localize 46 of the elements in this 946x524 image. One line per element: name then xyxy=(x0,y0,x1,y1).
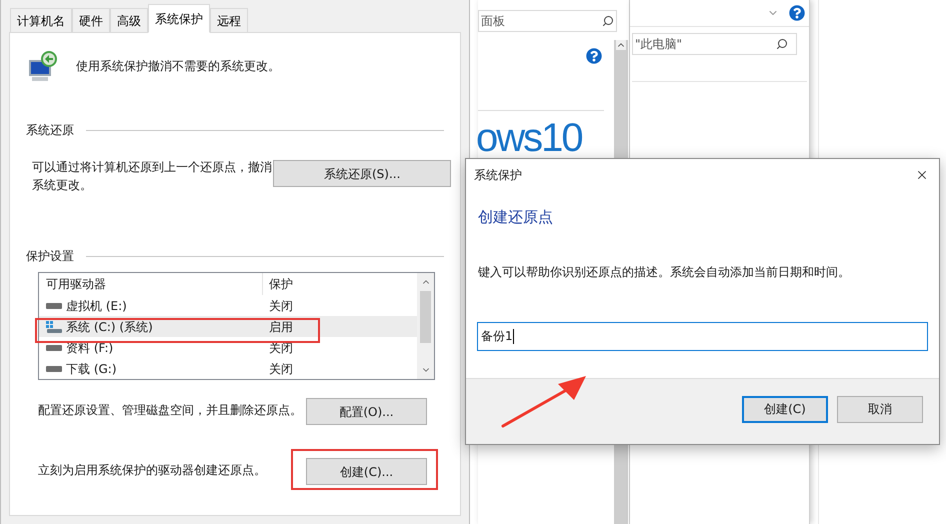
drive-name: 资料 (F:) xyxy=(66,340,114,356)
description-input[interactable]: 备份1 xyxy=(477,322,928,350)
help-icon[interactable] xyxy=(789,5,805,21)
scrollbar[interactable] xyxy=(417,273,434,379)
drive-name: 下载 (G:) xyxy=(66,360,117,378)
dialog-button[interactable]: 取消 xyxy=(837,396,923,422)
protection-status: 关闭 xyxy=(268,298,293,314)
drive-row[interactable]: 虚拟机 (E:) 关闭 xyxy=(39,295,417,316)
search-field[interactable]: 面板 xyxy=(478,10,617,32)
column-header: 可用驱动器 xyxy=(39,273,263,295)
search-icon[interactable] xyxy=(602,15,614,27)
tab[interactable]: 硬件 xyxy=(72,8,110,32)
computer-restore-icon xyxy=(26,50,58,82)
configure-description: 配置还原设置、管理磁盘空间，并且删除还原点。 xyxy=(38,402,302,419)
protection-status: 关闭 xyxy=(268,360,293,378)
windows-logo-text: ows10 xyxy=(476,117,583,159)
drive-row[interactable]: 系统 (C:) (系统) 启用 xyxy=(39,316,417,337)
dialog-description: 键入可以帮助你识别还原点的描述。系统会自动添加当前日期和时间。 xyxy=(477,264,851,280)
section-title: 保护设置 xyxy=(26,248,74,265)
protection-status: 启用 xyxy=(268,318,293,336)
drive-icon xyxy=(46,302,62,308)
dialog-title: 系统保护 xyxy=(474,166,522,184)
restore-description: 可以通过将计算机还原到上一个还原点，撤消系统更改。 xyxy=(32,159,273,194)
help-icon[interactable] xyxy=(586,48,602,64)
tab[interactable]: 远程 xyxy=(210,8,248,32)
configure-button[interactable]: 配置(O)... xyxy=(306,398,427,425)
drive-name: 虚拟机 (E:) xyxy=(66,298,127,314)
drive-name: 系统 (C:) (系统) xyxy=(66,318,153,336)
section-title: 系统还原 xyxy=(26,122,74,139)
create-description: 立刻为启用系统保护的驱动器创建还原点。 xyxy=(38,462,266,479)
tab[interactable]: 计算机名 xyxy=(10,8,72,32)
scroll-up-icon[interactable] xyxy=(616,40,626,50)
dialog-heading: 创建还原点 xyxy=(477,207,554,228)
drive-icon xyxy=(46,366,62,372)
intro-text: 使用系统保护撤消不需要的系统更改。 xyxy=(76,58,280,75)
column-header: 保护 xyxy=(268,276,293,293)
search-field[interactable]: "此电脑" xyxy=(632,33,797,55)
system-restore-button[interactable]: 系统还原(S)... xyxy=(273,160,451,187)
dialog-button[interactable]: 创建(C) xyxy=(742,396,828,422)
create-button[interactable]: 创建(C)... xyxy=(306,458,427,485)
drive-icon xyxy=(46,344,62,350)
drive-row[interactable]: 下载 (G:) 关闭 xyxy=(39,358,417,379)
system-drive-icon xyxy=(46,320,62,332)
tab[interactable]: 系统保护 xyxy=(148,4,210,33)
search-icon[interactable] xyxy=(776,38,788,50)
tab[interactable]: 高级 xyxy=(110,8,148,32)
